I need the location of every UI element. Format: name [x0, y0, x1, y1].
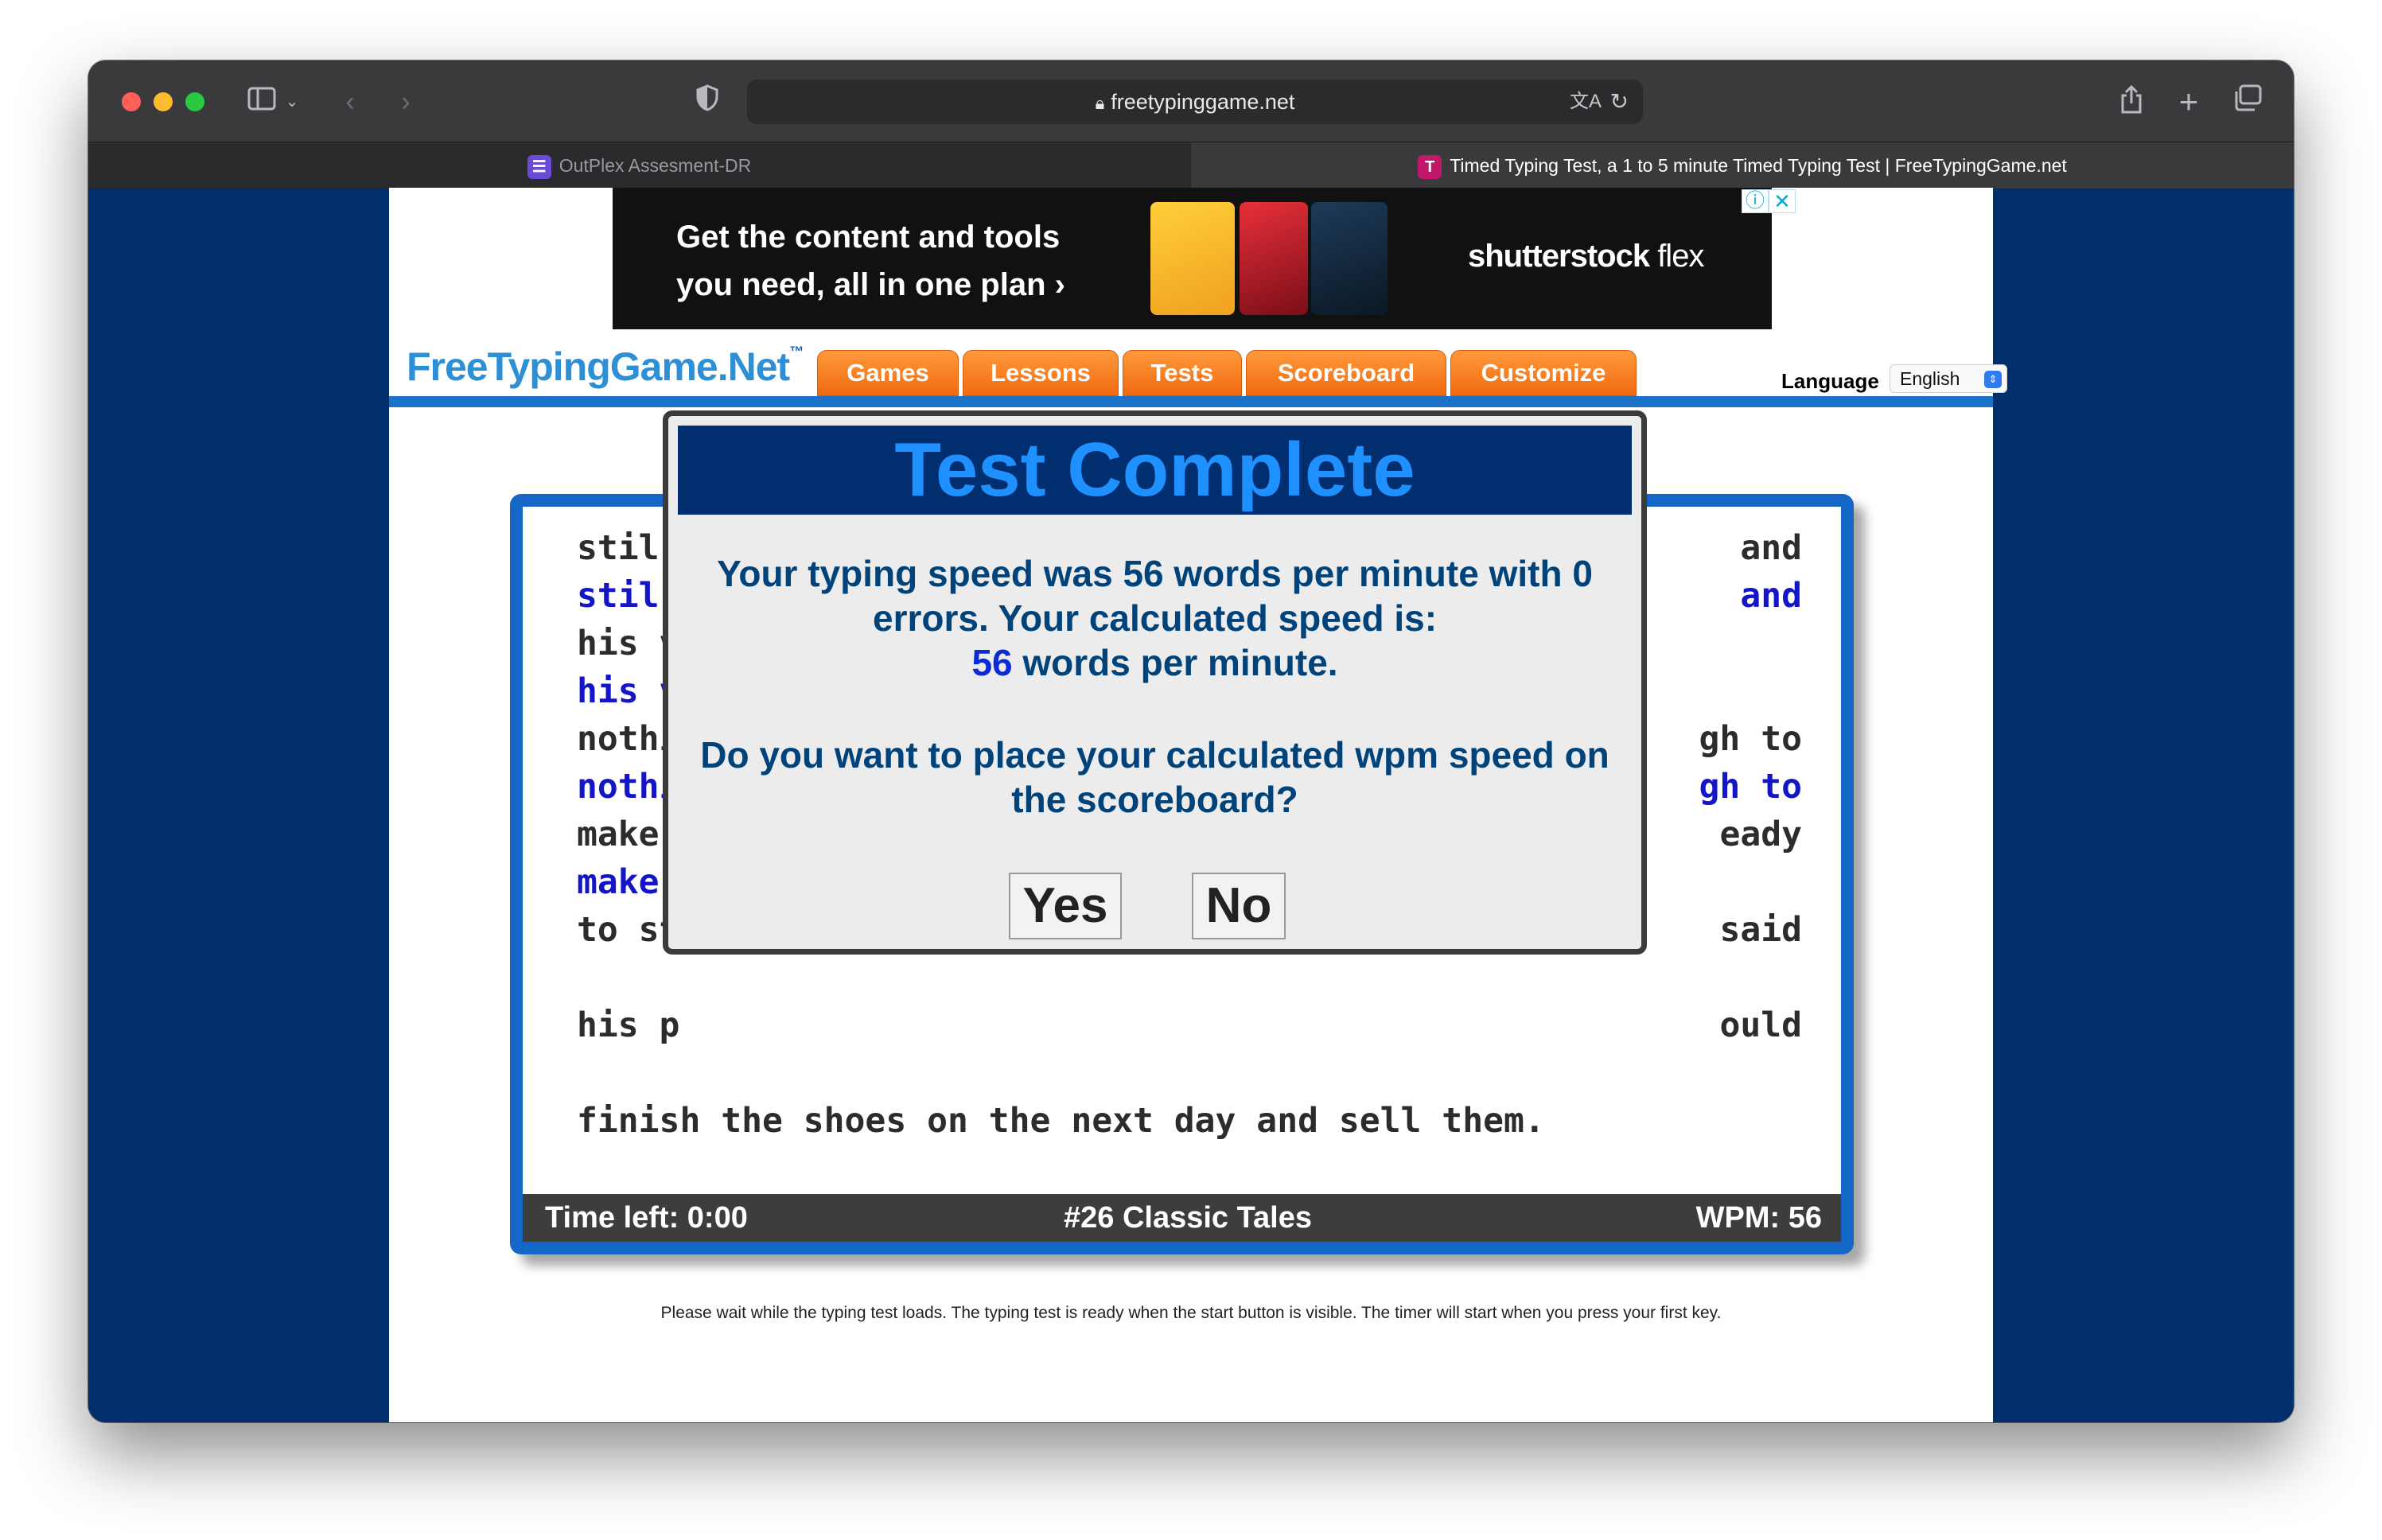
ad-banner[interactable]: Get the content and tools you need, all … — [613, 188, 1772, 329]
browser-window: ⌄ ‹ › 🔒︎ freetypinggame.net 文A ↻ + ☰ OutPl… — [88, 60, 2294, 1422]
test-complete-dialog: Test Complete Your typing speed was 56 w… — [663, 410, 1647, 955]
language-label: Language — [1781, 369, 1879, 393]
line-end: and — [1740, 576, 1802, 616]
calculated-speed: 56 — [971, 642, 1013, 683]
wpm-readout: WPM: 56 — [1695, 1201, 1822, 1235]
result-line-1: Your typing speed was 56 words per minut… — [717, 553, 1593, 594]
new-tab-icon[interactable]: + — [2173, 84, 2205, 119]
result-line-2: errors. Your calculated speed is: — [872, 597, 1438, 639]
ad-text: Get the content and tools you need, all … — [676, 213, 1065, 309]
ad-brand-name: shutterstock — [1468, 239, 1650, 274]
line-start: make — [577, 862, 660, 902]
line-end: gh to — [1699, 767, 1802, 807]
nav-lessons[interactable]: Lessons — [963, 350, 1119, 396]
scoreboard-question: Do you want to place your calculated wpm… — [668, 733, 1641, 822]
adchoices-icon[interactable]: ⓘ — [1742, 189, 1769, 213]
ad-brand-logo: shutterstock flex — [1468, 239, 1704, 274]
back-icon[interactable]: ‹ — [338, 84, 362, 119]
tab-title: Timed Typing Test, a 1 to 5 minute Timed… — [1450, 155, 2067, 176]
line-start: his p — [577, 1005, 680, 1045]
browser-toolbar: ⌄ ‹ › 🔒︎ freetypinggame.net 文A ↻ + — [88, 60, 2294, 142]
minimize-window-button[interactable] — [154, 92, 173, 111]
ad-line-1: Get the content and tools — [676, 220, 1061, 255]
question-line-1: Do you want to place your calculated wpm… — [700, 734, 1609, 776]
language-value: English — [1900, 368, 1960, 389]
chevron-down-icon[interactable]: ⌄ — [282, 84, 302, 119]
text-line: his p ould — [577, 1001, 1802, 1049]
speed-unit: words per minute. — [1012, 642, 1338, 683]
tab-outplex[interactable]: ☰ OutPlex Assesment-DR — [88, 142, 1190, 189]
trademark-mark: ™ — [789, 344, 804, 360]
zoom-window-button[interactable] — [185, 92, 204, 111]
language-select[interactable]: English ⇕ — [1890, 364, 2007, 393]
translate-icon[interactable]: 文A — [1570, 80, 1602, 124]
time-left: Time left: 0:00 — [545, 1201, 748, 1235]
site-logo-text: FreeTypingGame.Net — [407, 344, 790, 389]
status-bar: Time left: 0:00 #26 Classic Tales WPM: 5… — [523, 1194, 1841, 1242]
line-end: and — [1740, 528, 1802, 568]
nav-customize[interactable]: Customize — [1450, 350, 1637, 396]
ad-brand-suffix: flex — [1657, 239, 1704, 274]
address-bar[interactable]: 🔒︎ freetypinggame.net 文A ↻ — [747, 80, 1643, 124]
result-line-3: 56 words per minute. — [668, 640, 1641, 685]
ad-photo-red — [1240, 202, 1308, 315]
line-start: stil — [577, 576, 660, 616]
list-icon: ☰ — [527, 154, 551, 179]
nav-underline — [389, 396, 1993, 407]
line-start: make — [577, 815, 660, 854]
lock-icon: 🔒︎ — [1095, 93, 1105, 113]
line-end: eady — [1719, 815, 1802, 854]
forward-icon[interactable]: › — [394, 84, 418, 119]
no-button[interactable]: No — [1192, 873, 1286, 939]
loading-note: Please wait while the typing test loads.… — [660, 1304, 1722, 1322]
line-end: said — [1719, 910, 1802, 950]
reload-icon[interactable]: ↻ — [1610, 80, 1629, 124]
privacy-shield-icon[interactable] — [691, 84, 723, 119]
tab-typing-test[interactable]: T Timed Typing Test, a 1 to 5 minute Time… — [1191, 142, 2294, 189]
nav-tests[interactable]: Tests — [1123, 350, 1242, 396]
result-message: Your typing speed was 56 words per minut… — [668, 551, 1641, 685]
ad-photo-dark — [1311, 202, 1388, 315]
tab-overview-icon[interactable] — [2230, 84, 2265, 119]
line-end: gh to — [1699, 719, 1802, 759]
ad-line-2: you need, all in one plan › — [676, 267, 1065, 302]
sidebar-icon[interactable] — [244, 84, 279, 119]
line-end: ould — [1719, 1005, 1802, 1045]
dialog-title: Test Complete — [678, 426, 1632, 515]
yes-button[interactable]: Yes — [1009, 873, 1122, 939]
site-favicon-icon: T — [1418, 154, 1442, 179]
tab-title: OutPlex Assesment-DR — [559, 155, 752, 176]
question-line-2: the scoreboard? — [1011, 779, 1298, 820]
ad-photo-yellow — [1150, 202, 1235, 315]
share-icon[interactable] — [2115, 84, 2147, 119]
url-text: freetypinggame.net — [1111, 90, 1295, 114]
site-logo[interactable]: FreeTypingGame.Net™ — [407, 344, 804, 390]
nav-scoreboard[interactable]: Scoreboard — [1246, 350, 1446, 396]
tab-bar: ☰ OutPlex Assesment-DR T Timed Typing Test… — [88, 142, 2294, 189]
line-start: stil — [577, 528, 660, 568]
select-arrows-icon: ⇕ — [1984, 371, 2002, 388]
text-line: finish the shoes on the next day and sel… — [577, 1097, 1802, 1145]
line-start: finish the shoes on the next day and sel… — [577, 1101, 1545, 1141]
lesson-name: #26 Classic Tales — [1064, 1201, 1312, 1235]
nav-games[interactable]: Games — [817, 350, 959, 396]
ad-close-icon[interactable]: ✕ — [1769, 189, 1796, 213]
close-window-button[interactable] — [122, 92, 141, 111]
